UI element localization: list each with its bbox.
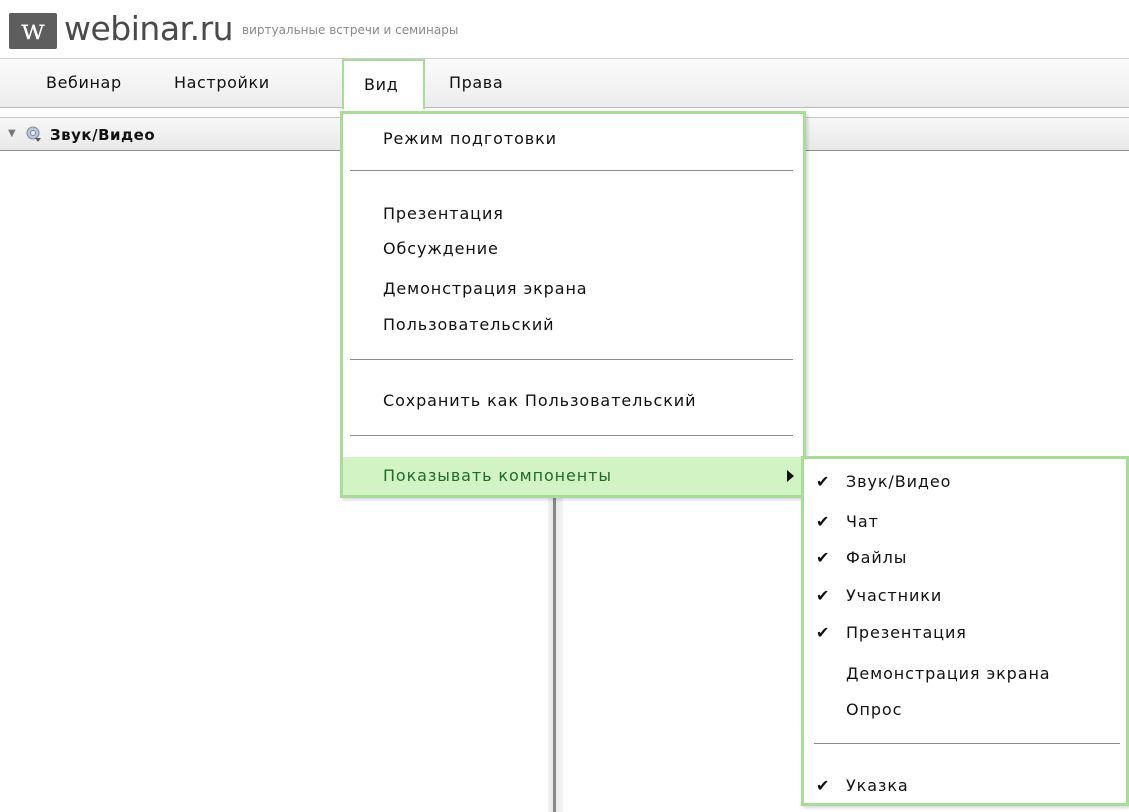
menu-view[interactable]: Вид bbox=[342, 59, 425, 109]
components-submenu: ✔ Звук/Видео ✔ Чат ✔ Файлы ✔ Участники ✔… bbox=[801, 456, 1129, 806]
logo-letter: w bbox=[21, 13, 45, 46]
audio-video-icon bbox=[26, 126, 41, 142]
logo-icon: w bbox=[9, 13, 57, 49]
panel-title: Звук/Видео bbox=[50, 126, 156, 144]
component-screen-share[interactable]: Демонстрация экрана bbox=[846, 663, 1051, 685]
menu-item-show-components-label: Показывать компоненты bbox=[383, 466, 612, 485]
check-icon: ✔ bbox=[816, 586, 830, 605]
component-audio-video[interactable]: Звук/Видео bbox=[846, 471, 951, 493]
brand-tagline: виртуальные встречи и семинары bbox=[242, 23, 459, 37]
menu-item-screen-share[interactable]: Демонстрация экрана bbox=[383, 278, 588, 300]
check-icon: ✔ bbox=[816, 776, 830, 795]
brand-name: webinar.ru bbox=[64, 9, 234, 48]
check-icon: ✔ bbox=[816, 623, 830, 642]
menu-item-prep-mode[interactable]: Режим подготовки bbox=[383, 128, 557, 150]
menu-bar: Вебинар Настройки Вид Права bbox=[0, 58, 1129, 109]
component-chat[interactable]: Чат bbox=[846, 511, 879, 533]
component-poll[interactable]: Опрос bbox=[846, 699, 902, 721]
component-files[interactable]: Файлы bbox=[846, 547, 907, 569]
view-menu-dropdown: Режим подготовки Презентация Обсуждение … bbox=[340, 111, 806, 498]
menu-item-show-components[interactable]: Показывать компоненты bbox=[343, 457, 803, 495]
component-presentation[interactable]: Презентация bbox=[846, 622, 967, 644]
collapse-arrow-icon[interactable]: ▼ bbox=[8, 128, 16, 139]
menu-separator bbox=[350, 170, 793, 171]
submenu-arrow-icon bbox=[787, 470, 794, 482]
menu-item-save-custom[interactable]: Сохранить как Пользовательский bbox=[383, 390, 696, 412]
menu-item-presentation[interactable]: Презентация bbox=[383, 203, 504, 225]
check-icon: ✔ bbox=[816, 472, 830, 491]
check-icon: ✔ bbox=[816, 512, 830, 531]
menu-item-discussion[interactable]: Обсуждение bbox=[383, 238, 499, 260]
menu-item-custom[interactable]: Пользовательский bbox=[383, 314, 555, 336]
menu-separator bbox=[350, 435, 793, 436]
menu-rights[interactable]: Права bbox=[449, 59, 503, 107]
logo-header: w webinar.ru виртуальные встречи и семин… bbox=[0, 0, 1129, 58]
component-pointer[interactable]: Указка bbox=[846, 775, 909, 797]
submenu-separator bbox=[814, 743, 1120, 744]
panel-splitter[interactable] bbox=[548, 488, 563, 812]
check-icon: ✔ bbox=[816, 548, 830, 567]
menu-settings[interactable]: Настройки bbox=[174, 59, 270, 107]
component-participants[interactable]: Участники bbox=[846, 585, 942, 607]
menu-webinar[interactable]: Вебинар bbox=[46, 59, 122, 107]
menu-separator bbox=[350, 359, 793, 360]
